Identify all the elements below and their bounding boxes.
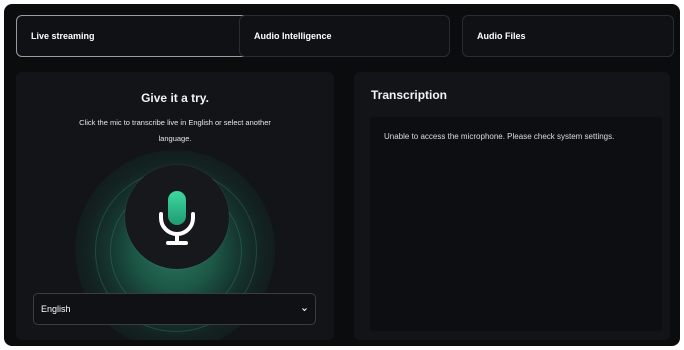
tab-live-streaming[interactable]: Live streaming: [16, 15, 254, 57]
transcription-output: Unable to access the microphone. Please …: [370, 117, 662, 331]
app-frame: Live streaming Audio Intelligence Audio …: [4, 4, 680, 346]
tab-audio-files[interactable]: Audio Files: [462, 15, 674, 57]
tab-label: Audio Intelligence: [254, 31, 332, 41]
demo-panel: Give it a try. Click the mic to transcri…: [16, 72, 334, 340]
microphone-icon: [159, 191, 195, 245]
language-select[interactable]: English: [33, 293, 316, 325]
mic-button[interactable]: [125, 165, 229, 269]
transcription-title: Transcription: [371, 88, 448, 102]
language-select-value: English: [41, 304, 71, 314]
tab-label: Audio Files: [477, 31, 526, 41]
transcription-panel: Transcription Unable to access the micro…: [354, 72, 670, 340]
chevron-down-icon: [302, 308, 307, 312]
transcription-message: Unable to access the microphone. Please …: [384, 132, 615, 141]
demo-title: Give it a try.: [141, 91, 209, 105]
tab-audio-intelligence[interactable]: Audio Intelligence: [239, 15, 450, 57]
demo-subtitle: Click the mic to transcribe live in Engl…: [79, 118, 271, 143]
tab-label: Live streaming: [31, 31, 95, 41]
